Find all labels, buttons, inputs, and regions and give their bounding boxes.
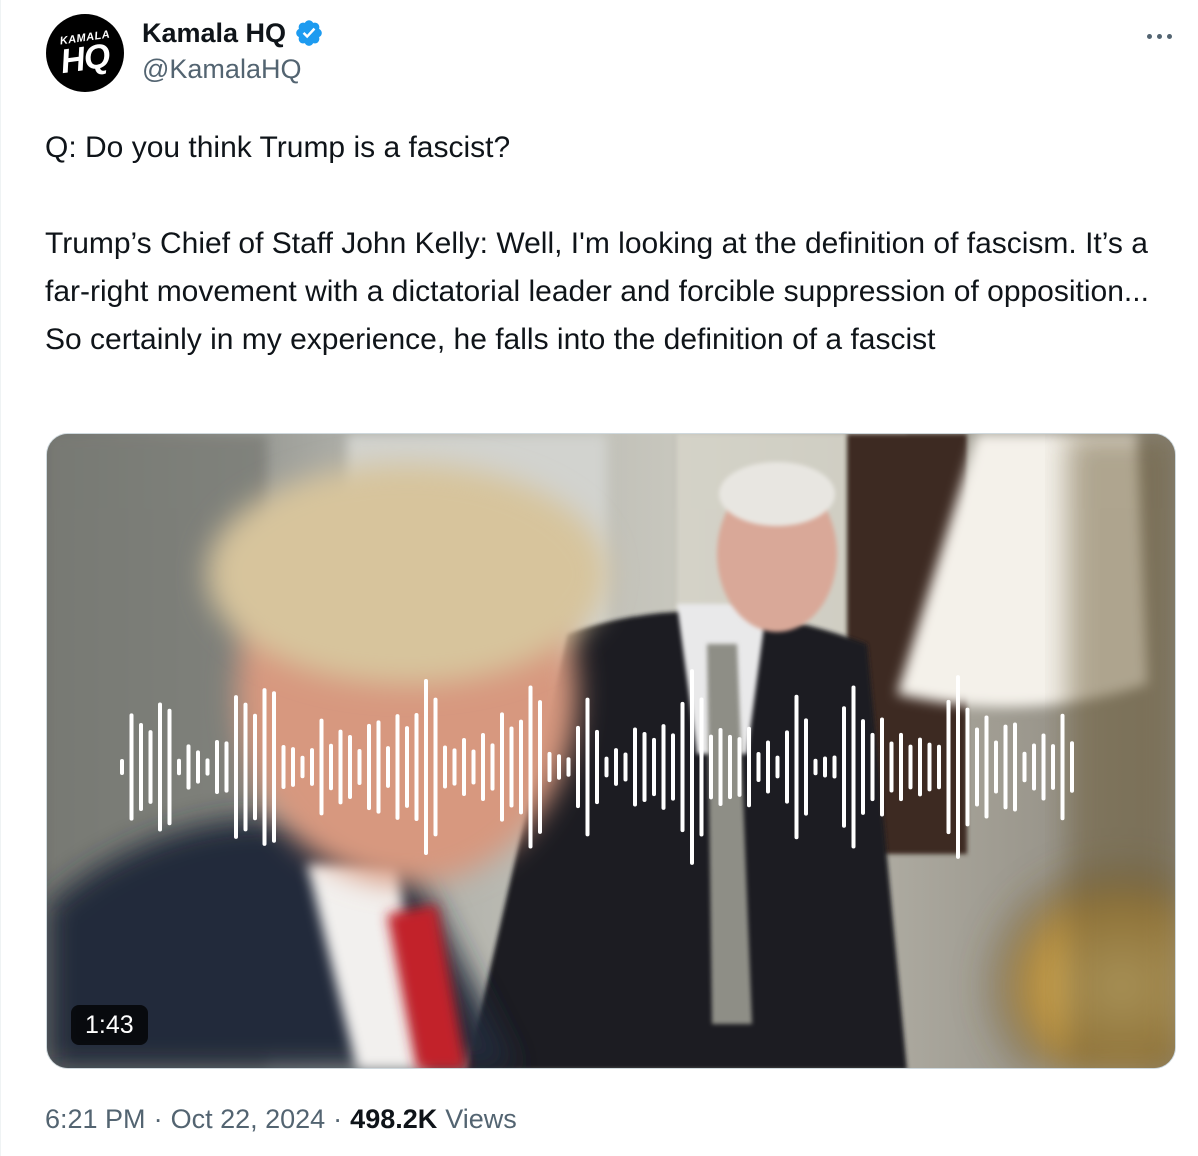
tweet-card: KAMALA HQ Kamala HQ @KamalaHQ Q: Do you …: [0, 0, 1198, 1156]
verified-badge-icon: [296, 20, 322, 46]
more-horizontal-icon: [1146, 33, 1152, 39]
views-count[interactable]: 498.2K: [350, 1104, 437, 1135]
tweet-answer: Trump’s Chief of Staff John Kelly: Well,…: [45, 227, 1149, 356]
video-player[interactable]: 1:43: [46, 433, 1176, 1069]
more-dot: [1156, 33, 1162, 39]
avatar[interactable]: KAMALA HQ: [46, 14, 124, 92]
tweet-time[interactable]: 6:21 PM: [45, 1104, 146, 1135]
tweet-text: Q: Do you think Trump is a fascist? Trum…: [45, 124, 1165, 364]
handle[interactable]: @KamalaHQ: [142, 54, 301, 85]
video-thumbnail: [47, 434, 1175, 1068]
author-name-row: Kamala HQ: [142, 16, 324, 50]
video-duration-badge: 1:43: [71, 1005, 148, 1045]
display-name[interactable]: Kamala HQ: [142, 18, 286, 49]
meta-separator: ·: [153, 1104, 163, 1134]
views-label: Views: [445, 1104, 517, 1134]
tweet-meta: 6:21 PM · Oct 22, 2024 · 498.2K Views: [45, 1104, 517, 1135]
tweet-date[interactable]: Oct 22, 2024: [171, 1104, 326, 1135]
more-options-button[interactable]: [1139, 24, 1179, 48]
more-dot: [1166, 33, 1172, 39]
tweet-question: Q: Do you think Trump is a fascist?: [45, 131, 511, 164]
meta-separator: ·: [333, 1104, 343, 1134]
